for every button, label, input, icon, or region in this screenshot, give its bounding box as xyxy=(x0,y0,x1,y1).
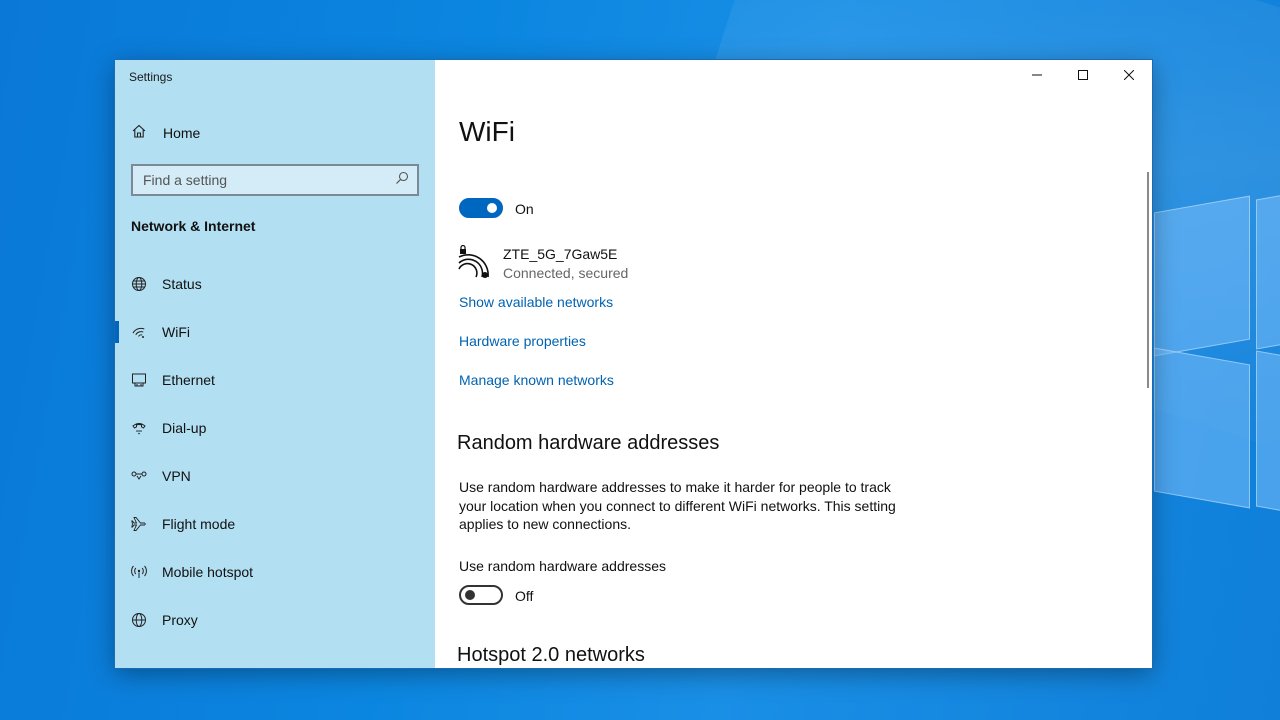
minimize-button[interactable] xyxy=(1014,60,1060,92)
window-title: Settings xyxy=(129,70,173,84)
random-hw-toggle-label: Use random hardware addresses xyxy=(459,558,666,574)
random-hw-toggle[interactable] xyxy=(459,585,503,605)
hardware-properties-link[interactable]: Hardware properties xyxy=(459,333,586,349)
caption-buttons xyxy=(1014,60,1152,92)
sidebar-item-dial-up[interactable]: Dial-up xyxy=(115,404,435,452)
close-button[interactable] xyxy=(1106,60,1152,92)
maximize-icon xyxy=(1078,67,1088,85)
sidebar-item-label: Status xyxy=(162,276,202,292)
wallpaper-logo-pane xyxy=(1256,192,1280,350)
sidebar-item-label: Dial-up xyxy=(162,420,207,436)
network-name: ZTE_5G_7Gaw5E xyxy=(503,246,618,262)
wifi-toggle-state: On xyxy=(515,201,534,217)
search-icon[interactable] xyxy=(395,171,409,190)
sidebar: Settings Home Network & Internet Status xyxy=(115,60,435,668)
sidebar-item-label: Ethernet xyxy=(162,372,215,388)
search-input[interactable] xyxy=(143,172,395,188)
sidebar-item-vpn[interactable]: VPN xyxy=(115,452,435,500)
home-label: Home xyxy=(163,125,201,141)
network-status: Connected, secured xyxy=(503,265,629,281)
hotspot-icon xyxy=(131,564,147,580)
random-hw-description: Use random hardware addresses to make it… xyxy=(459,479,896,532)
settings-window: Settings Home Network & Internet Status xyxy=(115,60,1152,668)
globe-status-icon xyxy=(131,276,147,292)
sidebar-item-mobile-hotspot[interactable]: Mobile hotspot xyxy=(115,548,435,596)
airplane-icon xyxy=(131,516,147,532)
sidebar-item-wifi[interactable]: WiFi xyxy=(115,308,435,356)
close-icon xyxy=(1123,67,1135,85)
sidebar-item-proxy[interactable]: Proxy xyxy=(115,596,435,644)
main-content: WiFi On ZTE_5G_7Gaw5E Connected, secured… xyxy=(435,60,1152,668)
sidebar-item-label: Proxy xyxy=(162,612,198,628)
home-icon xyxy=(131,123,147,144)
sidebar-item-ethernet[interactable]: Ethernet xyxy=(115,356,435,404)
wallpaper-logo-pane xyxy=(1256,350,1280,514)
wallpaper-logo-pane xyxy=(1154,347,1250,509)
globe-icon xyxy=(131,612,147,628)
manage-known-networks-link[interactable]: Manage known networks xyxy=(459,372,614,388)
ethernet-icon xyxy=(131,372,147,388)
sidebar-item-label: Flight mode xyxy=(162,516,236,532)
section-title: Network & Internet xyxy=(131,218,256,234)
minimize-icon xyxy=(1032,67,1042,85)
toggle-knob xyxy=(465,590,475,600)
wallpaper-logo-pane xyxy=(1154,195,1250,357)
vpn-icon xyxy=(131,468,147,484)
show-available-networks-link[interactable]: Show available networks xyxy=(459,294,613,310)
sidebar-item-label: WiFi xyxy=(162,324,190,340)
page-title: WiFi xyxy=(459,116,515,147)
wifi-toggle[interactable] xyxy=(459,198,503,218)
search-box[interactable] xyxy=(131,164,419,196)
random-hw-toggle-state: Off xyxy=(515,588,534,604)
home-nav-item[interactable]: Home xyxy=(131,122,200,144)
hotspot-heading: Hotspot 2.0 networks xyxy=(457,644,645,666)
sidebar-nav: Status WiFi Ethernet Dial-up VPN Flight … xyxy=(115,260,435,644)
maximize-button[interactable] xyxy=(1060,60,1106,92)
random-hw-heading: Random hardware addresses xyxy=(457,432,720,454)
secured-wifi-icon xyxy=(458,244,492,280)
wifi-icon xyxy=(131,324,147,340)
toggle-knob xyxy=(487,203,497,213)
sidebar-item-status[interactable]: Status xyxy=(115,260,435,308)
sidebar-item-label: VPN xyxy=(162,468,191,484)
sidebar-item-label: Mobile hotspot xyxy=(162,564,254,580)
dial-up-icon xyxy=(131,420,147,436)
scrollbar[interactable] xyxy=(1147,172,1149,388)
sidebar-item-flight-mode[interactable]: Flight mode xyxy=(115,500,435,548)
